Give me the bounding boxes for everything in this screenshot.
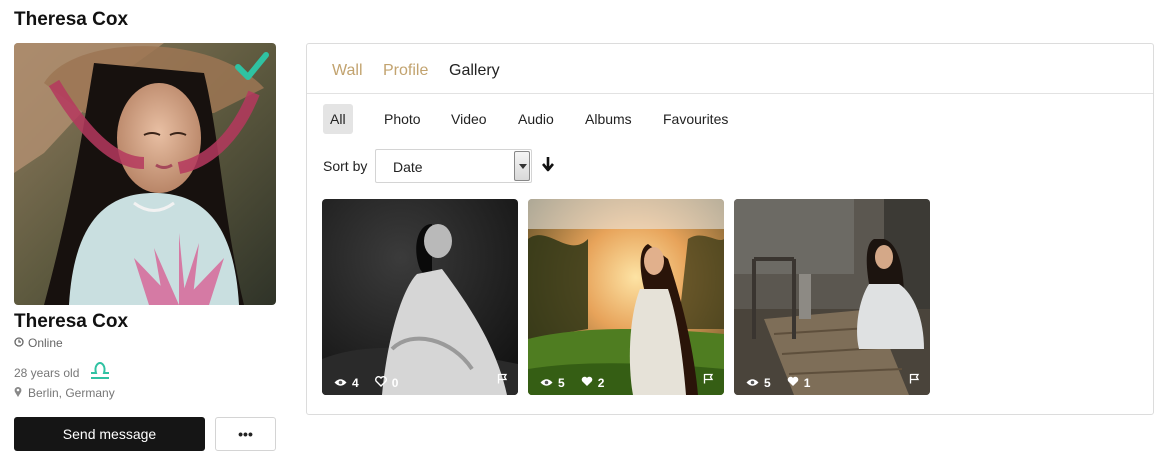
- photo-image: [322, 199, 518, 395]
- filter-albums[interactable]: Albums: [578, 104, 639, 134]
- sort-label: Sort by: [323, 158, 368, 174]
- filter-photo[interactable]: Photo: [377, 104, 428, 134]
- location-text: Berlin, Germany: [28, 386, 115, 400]
- profile-tabs: Wall Profile Gallery: [307, 44, 1153, 94]
- libra-icon[interactable]: [89, 361, 111, 383]
- likes-count: 2: [597, 376, 605, 390]
- heart-outline-icon: [374, 376, 387, 390]
- filter-audio[interactable]: Audio: [511, 104, 561, 134]
- sort-select[interactable]: Date: [375, 149, 532, 183]
- send-message-button[interactable]: Send message: [14, 417, 205, 451]
- photo-stats: 5 2: [528, 371, 724, 395]
- online-status: Online: [14, 336, 63, 350]
- profile-avatar[interactable]: [14, 43, 276, 305]
- photo-image: [734, 199, 930, 395]
- gallery-photo[interactable]: 4 0: [322, 199, 518, 395]
- tab-profile[interactable]: Profile: [383, 62, 428, 80]
- status-text: Online: [28, 336, 63, 350]
- age-row: 28 years old: [14, 361, 111, 383]
- flag-icon[interactable]: [703, 371, 714, 389]
- page-title: Theresa Cox: [14, 9, 129, 30]
- filter-video[interactable]: Video: [444, 104, 494, 134]
- eye-icon: [540, 376, 553, 390]
- photo-stats: 4 0: [322, 371, 518, 395]
- profile-name: Theresa Cox: [14, 311, 129, 332]
- clock-icon: [14, 336, 24, 350]
- profile-content-panel: Wall Profile Gallery All Photo Video Aud…: [306, 43, 1154, 415]
- gallery-photo[interactable]: 5 2: [528, 199, 724, 395]
- sort-value: Date: [393, 159, 423, 175]
- more-options-button[interactable]: •••: [215, 417, 276, 451]
- gallery-photo[interactable]: 5 1: [734, 199, 930, 395]
- flag-icon[interactable]: [497, 371, 508, 389]
- views-count: 5: [764, 376, 771, 390]
- arrow-down-icon[interactable]: [541, 156, 555, 177]
- views-count: 5: [558, 376, 565, 390]
- photo-stats: 5 1: [734, 371, 930, 395]
- heart-filled-icon: [581, 376, 593, 390]
- tab-wall[interactable]: Wall: [332, 62, 363, 80]
- age-text: 28 years old: [14, 365, 80, 380]
- chevron-down-icon[interactable]: [514, 151, 530, 181]
- verified-check-icon: [234, 49, 270, 85]
- likes-count: 1: [803, 376, 811, 390]
- filter-all[interactable]: All: [323, 104, 353, 134]
- eye-icon: [334, 376, 347, 390]
- views-count: 4: [352, 376, 359, 390]
- likes-count: 0: [391, 376, 399, 390]
- flag-icon[interactable]: [909, 371, 920, 389]
- map-pin-icon: [14, 386, 22, 400]
- photo-image: [528, 199, 724, 395]
- tab-gallery[interactable]: Gallery: [449, 62, 500, 80]
- location: Berlin, Germany: [14, 386, 115, 400]
- heart-filled-icon: [787, 376, 799, 390]
- filter-favourites[interactable]: Favourites: [656, 104, 735, 134]
- eye-icon: [746, 376, 759, 390]
